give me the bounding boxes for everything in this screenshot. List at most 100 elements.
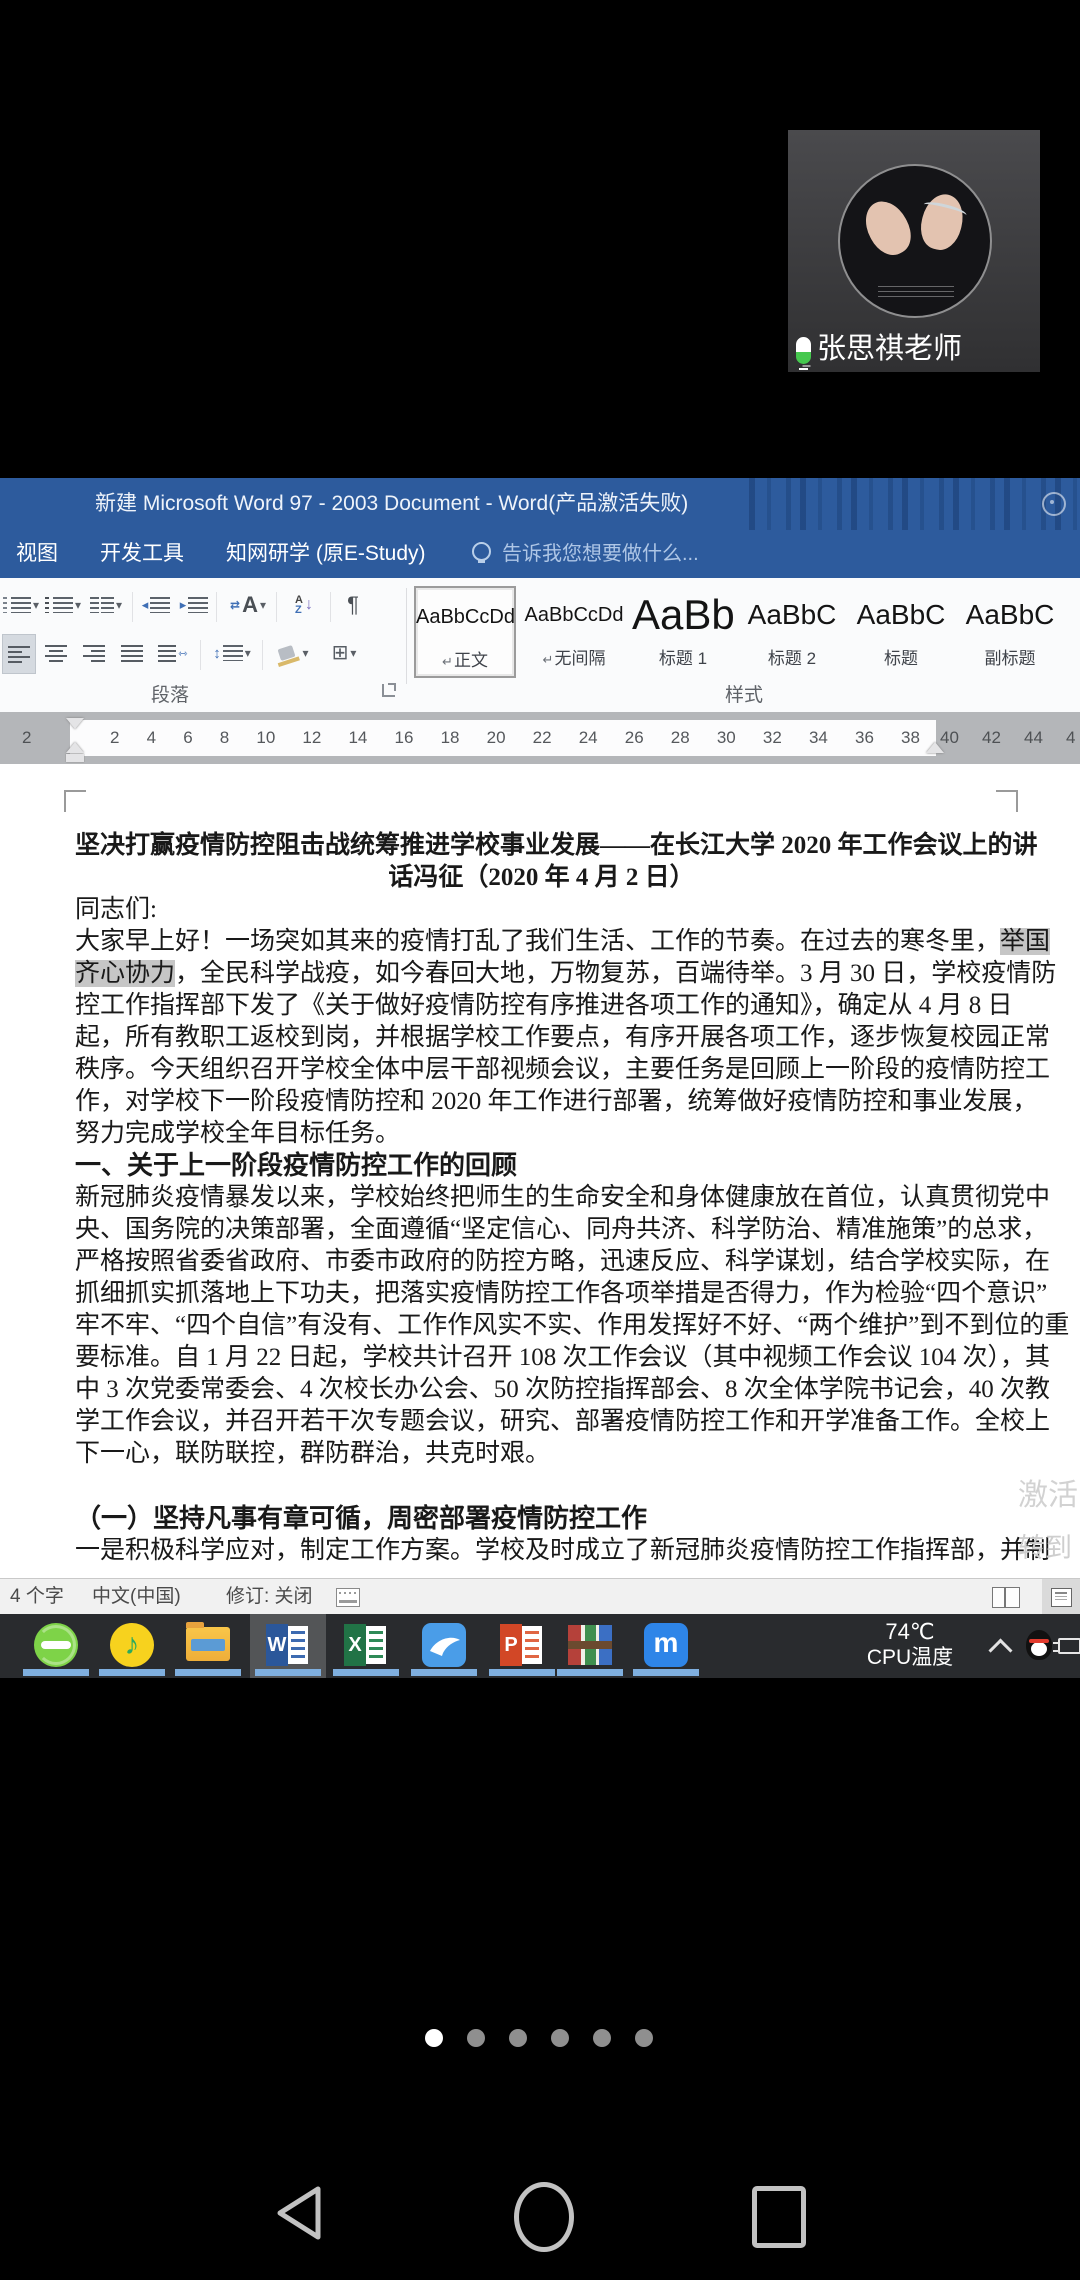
borders-button[interactable]: ⊞▾ bbox=[322, 634, 366, 672]
style-card-3[interactable]: AaBbC标题 2 bbox=[741, 586, 843, 678]
justify-button[interactable] bbox=[116, 634, 148, 672]
paragraph-dialog-launcher[interactable] bbox=[382, 684, 395, 697]
running-app-indicator bbox=[489, 1669, 555, 1676]
pager-dot-1[interactable] bbox=[467, 2029, 485, 2047]
titlebar-account-icon[interactable] bbox=[1042, 492, 1066, 516]
first-line-indent-marker[interactable] bbox=[66, 718, 84, 729]
style-label: ↵正文 bbox=[416, 646, 514, 671]
pager-dot-4[interactable] bbox=[593, 2029, 611, 2047]
hanging-indent-marker[interactable] bbox=[66, 742, 84, 753]
document-line: 大家早上好！一场突如其来的疫情打乱了我们生活、工作的节奏。在过去的寒冬里，举国 bbox=[75, 926, 1008, 958]
excel-sheet bbox=[366, 1626, 386, 1664]
page-indicator-dots bbox=[425, 2029, 653, 2047]
taskbar-icon-qq-music[interactable]: ♪ bbox=[110, 1623, 154, 1667]
style-sample: AaBbCcDd bbox=[523, 586, 625, 644]
document-line: 作，对学校下一阶段疫情防控和 2020 年工作进行部署，统筹做好疫情防控和事业发… bbox=[75, 1086, 1008, 1118]
avatar-caption-lines bbox=[878, 286, 954, 298]
taskbar-icon-chaoxing[interactable] bbox=[422, 1623, 466, 1667]
taskbar-icon-winrar[interactable] bbox=[568, 1623, 612, 1667]
read-mode-icon[interactable] bbox=[992, 1587, 1020, 1608]
style-sample: AaBbCcDd bbox=[416, 588, 514, 646]
paragraph-style-marker-icon: ↵ bbox=[543, 652, 554, 667]
style-card-4[interactable]: AaBbC标题 bbox=[850, 586, 952, 678]
keyboard-status-icon bbox=[336, 1588, 360, 1607]
browser-360-icon bbox=[34, 1623, 78, 1667]
ruler-numbers: 2468101214161820222426283032343638 bbox=[70, 720, 936, 756]
style-card-0[interactable]: AaBbCcDd↵正文 bbox=[414, 586, 516, 678]
highlighted-text: 齐心协力 bbox=[75, 960, 175, 987]
pager-dot-0[interactable] bbox=[425, 2029, 443, 2047]
decrease-indent-button[interactable]: ◂ bbox=[138, 586, 174, 624]
taskbar-icon-tencent-meeting[interactable]: m bbox=[644, 1623, 688, 1667]
numbering-button[interactable]: ▾ bbox=[44, 586, 82, 624]
android-back-button[interactable] bbox=[272, 2184, 324, 2242]
document-line: （一）坚持凡事有章可循，周密部署疫情防控工作 bbox=[75, 1503, 1008, 1535]
avatar-baby-foot-left bbox=[857, 194, 919, 262]
taskbar-icon-file-explorer[interactable] bbox=[186, 1623, 230, 1667]
ruler-number: 22 bbox=[533, 720, 552, 756]
file-explorer-icon bbox=[186, 1627, 230, 1661]
windows-taskbar: 74℃ CPU温度 ♪WXPm bbox=[0, 1614, 1080, 1678]
document-area[interactable]: 坚决打赢疫情防控阻击战统筹推进学校事业发展——在长江大学 2020 年工作会议上… bbox=[0, 764, 1080, 1578]
ruler-number: 18 bbox=[441, 720, 460, 756]
tab-cnki-estudy[interactable]: 知网研学 (原E-Study) bbox=[226, 530, 426, 578]
horizontal-ruler[interactable]: 2 2468101214161820222426283032343638 404… bbox=[0, 712, 1080, 764]
style-card-2[interactable]: AaBb标题 1 bbox=[632, 586, 734, 678]
ruler-number: 34 bbox=[809, 720, 828, 756]
style-sample: AaBbC bbox=[850, 586, 952, 644]
ruler-number: 20 bbox=[487, 720, 506, 756]
document-line: 起，所有教职工返校到岗，并根据学校工作要点，有序开展各项工作，逐步恢复校园正常 bbox=[75, 1022, 1008, 1054]
document-line: 央、国务院的决策部署，全面遵循“坚定信心、同舟共济、科学防治、精准施策”的总求， bbox=[75, 1214, 1008, 1246]
qq-tray-icon[interactable] bbox=[1026, 1630, 1052, 1660]
presenter-video-tile[interactable]: 张思祺老师 bbox=[788, 130, 1040, 372]
line-spacing-button[interactable]: ↕▾ bbox=[208, 634, 256, 672]
pager-dot-5[interactable] bbox=[635, 2029, 653, 2047]
left-indent-marker[interactable] bbox=[66, 754, 84, 762]
running-app-indicator bbox=[557, 1669, 623, 1676]
word-count[interactable]: 4 个字 bbox=[10, 1579, 64, 1614]
bullets-button[interactable]: ▾ bbox=[2, 586, 40, 624]
tell-me-box[interactable]: 告诉我您想要做什么... bbox=[502, 530, 699, 578]
sort-button[interactable]: AZ↓ bbox=[284, 586, 324, 624]
distribute-button[interactable]: ⇿ bbox=[154, 634, 192, 672]
word-letter: W bbox=[266, 1624, 288, 1666]
taskbar-icon-browser-360[interactable] bbox=[34, 1623, 78, 1667]
ruler-number: 44 bbox=[1024, 720, 1043, 756]
qq-music-icon: ♪ bbox=[110, 1623, 154, 1667]
pager-dot-2[interactable] bbox=[509, 2029, 527, 2047]
battery-tray-icon[interactable] bbox=[1058, 1638, 1080, 1654]
tray-expand-chevron-icon[interactable] bbox=[988, 1638, 1012, 1662]
right-indent-marker[interactable] bbox=[926, 742, 944, 753]
taskbar-icon-excel[interactable]: X bbox=[344, 1623, 388, 1667]
android-recents-button[interactable] bbox=[752, 2186, 806, 2248]
style-card-5[interactable]: AaBbC副标题 bbox=[959, 586, 1061, 678]
presenter-avatar bbox=[838, 164, 992, 318]
tab-developer[interactable]: 开发工具 bbox=[100, 530, 184, 578]
tab-view[interactable]: 视图 bbox=[16, 530, 58, 578]
powerpoint-letter: P bbox=[500, 1624, 522, 1666]
document-line: 下一心，联防联控，群防群治，共克时艰。 bbox=[75, 1438, 1008, 1470]
running-app-indicator bbox=[633, 1669, 699, 1676]
align-left-button[interactable] bbox=[2, 634, 36, 674]
print-layout-button[interactable] bbox=[1042, 1579, 1080, 1615]
increase-indent-button[interactable]: ▸ bbox=[176, 586, 212, 624]
document-line: 牢不牢、“四个自信”有没有、工作作风实不实、作用发挥好不好、“两个维护”到不到位… bbox=[75, 1310, 1008, 1342]
language-status[interactable]: 中文(中国) bbox=[92, 1579, 181, 1614]
word-icon: W bbox=[266, 1624, 310, 1666]
align-right-button[interactable] bbox=[78, 634, 110, 672]
shading-button[interactable]: ▾ bbox=[272, 634, 316, 672]
document-line: 同志们: bbox=[75, 894, 1008, 926]
style-card-1[interactable]: AaBbCcDd↵无间隔 bbox=[523, 586, 625, 678]
track-changes-status[interactable]: 修订: 关闭 bbox=[226, 1579, 313, 1614]
asian-layout-button[interactable]: ⇄A▾ bbox=[224, 586, 272, 624]
document-line: 抓细抓实抓落地上下功夫，把落实疫情防控工作各项举措是否得力，作为检验“四个意识” bbox=[75, 1278, 1008, 1310]
multilevel-list-button[interactable]: ▾ bbox=[86, 586, 126, 624]
taskbar-icon-word[interactable]: W bbox=[266, 1623, 310, 1667]
android-home-button[interactable] bbox=[514, 2182, 574, 2252]
align-center-button[interactable] bbox=[40, 634, 72, 672]
show-hide-marks-button[interactable]: ¶ bbox=[336, 586, 370, 624]
pager-dot-3[interactable] bbox=[551, 2029, 569, 2047]
taskbar-icon-powerpoint[interactable]: P bbox=[500, 1623, 544, 1667]
document-line: 秩序。今天组织召开学校全体中层干部视频会议，主要任务是回顾上一阶段的疫情防控工 bbox=[75, 1054, 1008, 1086]
microphone-icon bbox=[796, 337, 811, 364]
